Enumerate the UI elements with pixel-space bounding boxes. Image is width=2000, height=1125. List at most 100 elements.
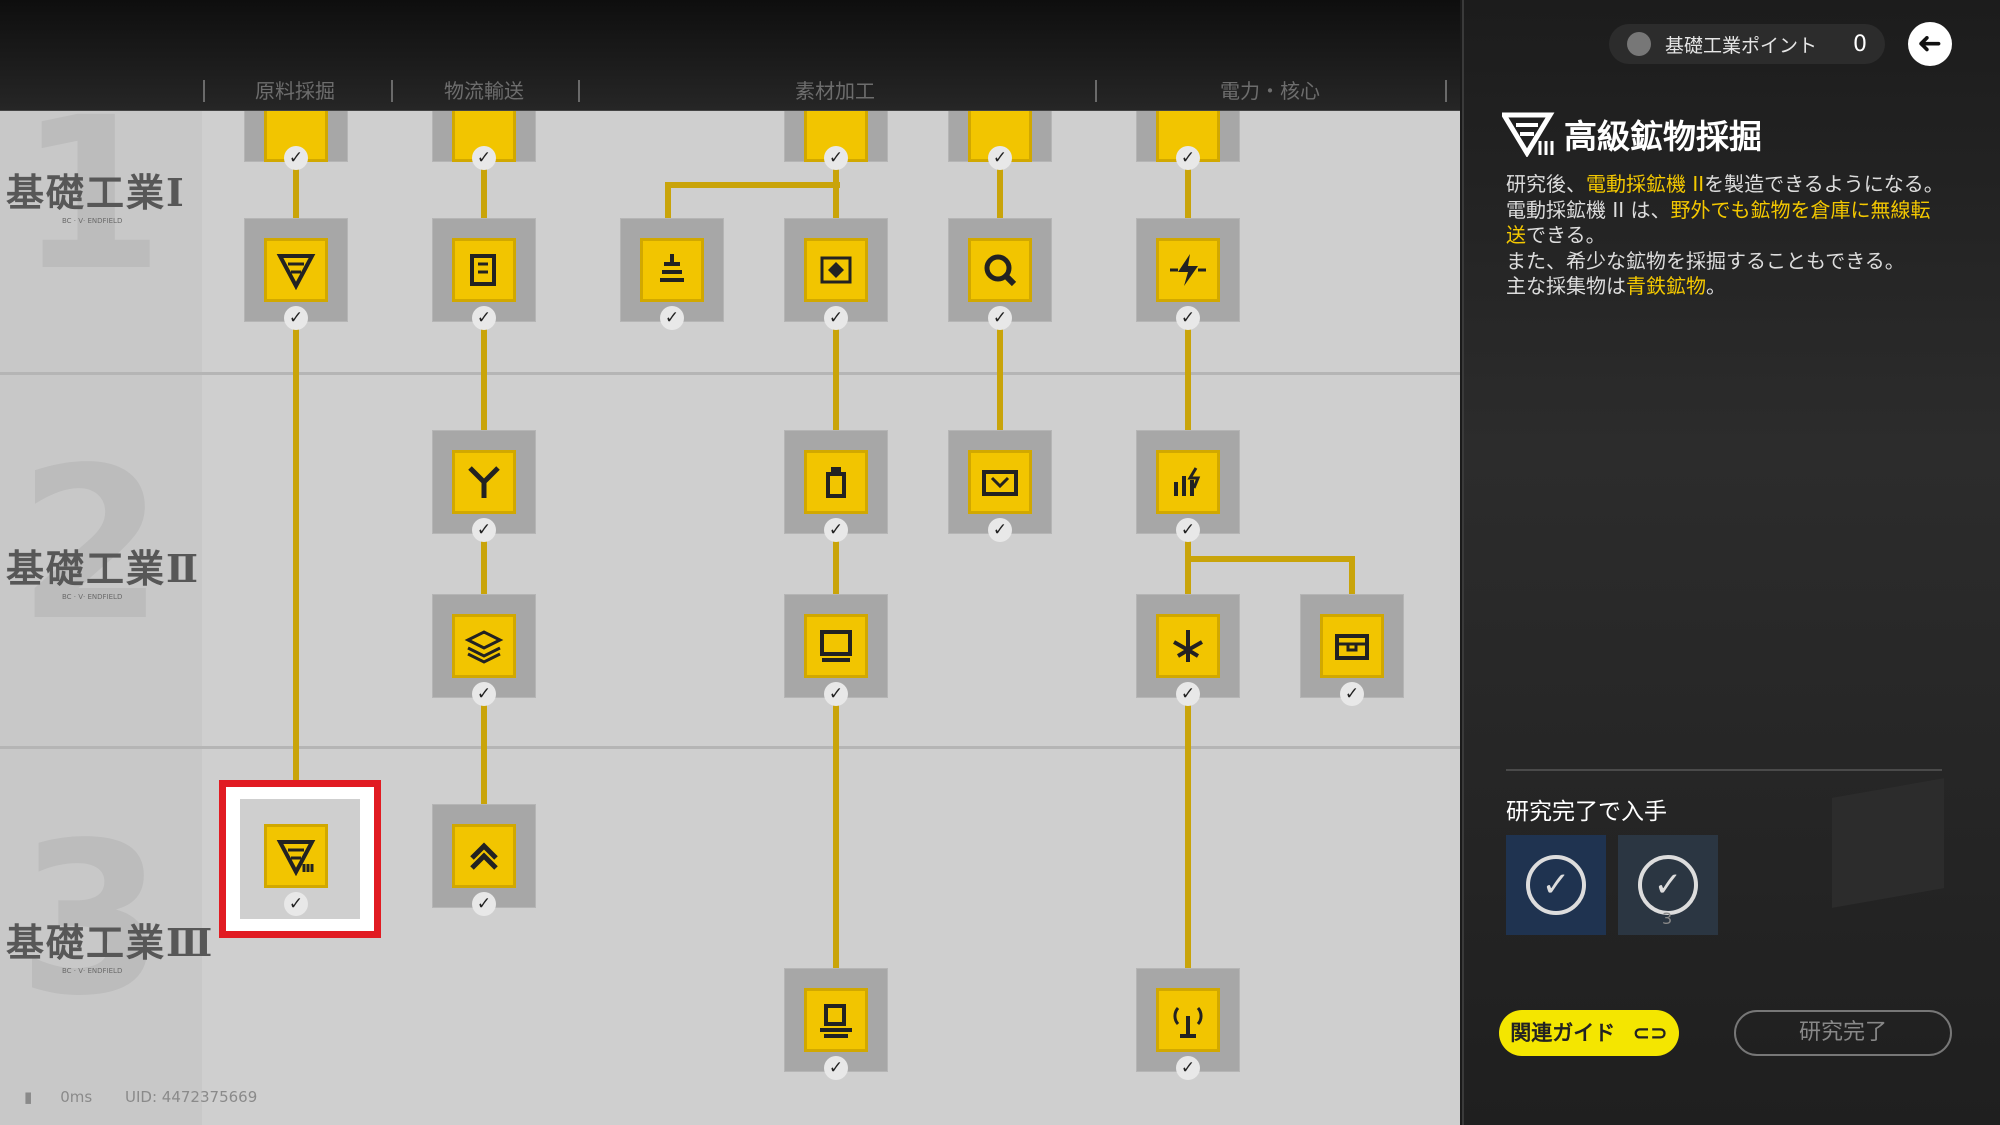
arrow-icon: ➜ [1917,26,1943,61]
tech-node[interactable]: ✓ [784,968,888,1080]
detail-panel: 基礎工業ポイント 0 ➜ 高級鉱物採掘 研究後、電動採鉱機 IIを製造できるよう… [1462,0,2000,1125]
completed-check-icon: ✓ [988,518,1012,542]
tech-node[interactable]: ✓ [244,218,348,330]
completed-check-icon: ✓ [1176,1056,1200,1080]
layers-icon [452,614,516,678]
storage-icon [452,238,516,302]
desc-highlight: 電動採鉱機 II [1586,172,1705,196]
bottle-icon [804,450,868,514]
column-header-material: 素材加工 [795,79,875,103]
completed-check-icon: ✓ [1176,682,1200,706]
panel-title: 高級鉱物採掘 [1564,117,1762,156]
ping-text: 0ms [60,1088,93,1106]
tech-node[interactable]: ✓ [784,98,888,170]
tech-node[interactable]: ✓ [432,218,536,330]
completed-check-icon: ✓ [824,146,848,170]
tech-node[interactable]: ✓ [1136,968,1240,1080]
rewards-title: 研究完了で入手 [1506,799,1667,825]
desc-text: を製造できるようになる。 [1704,172,1944,196]
related-guide-button[interactable]: 関連ガイド ⊂⊃ [1499,1010,1679,1056]
desc-highlight: 青鉄鉱物 [1626,274,1706,298]
tech-node[interactable]: ✓ [784,430,888,542]
tech-node[interactable]: ✓ [1136,594,1240,706]
tech-node[interactable]: ✓ [948,218,1052,330]
completed-check-icon: ✓ [1340,682,1364,706]
panel-title-wrap: 高級鉱物採掘 [1502,110,1762,158]
pylon-icon [1156,614,1220,678]
tech-node[interactable]: ✓ [244,98,348,170]
panel-description: 研究後、電動採鉱機 IIを製造できるようになる。 電動採鉱機 II は、野外でも… [1506,172,1946,300]
points-label: 基礎工業ポイント [1665,34,1818,57]
tier-divider [0,746,1460,749]
tech-node[interactable]: ✓ [432,594,536,706]
tech-node[interactable]: ✓ [432,98,536,170]
desc-text: また、希少な鉱物を採掘することもできる。 [1506,248,1905,273]
back-button[interactable]: ➜ [1908,22,1952,66]
reward-count: 3 [1662,909,1673,928]
controller-icon: ⊂⊃ [1632,1021,1668,1045]
completed-check-icon: ✓ [472,306,496,330]
tech-node[interactable]: ✓ [784,218,888,330]
machine-icon [804,988,868,1052]
tier-1-sub: BC · V· ENDFIELD [62,217,123,225]
tech-node[interactable]: ✓ [620,218,724,330]
desc-text: 研究後、 [1506,172,1586,196]
press-icon [968,450,1032,514]
column-header-power: 電力・核心 [1220,79,1320,103]
column-header-mining: 原料採掘 [255,79,335,103]
desc-text: 。 [1706,274,1726,298]
completed-check-icon: ✓ [284,146,308,170]
tech-node-selected[interactable]: ✓ [244,804,348,916]
points-display: 基礎工業ポイント 0 [1609,24,1885,64]
point-coin-icon [1627,32,1651,56]
splitter-icon [452,450,516,514]
column-header-logistics: 物流輸送 [444,79,524,103]
tech-node[interactable]: ✓ [948,98,1052,170]
column-separator [1445,80,1447,102]
completed-check-icon: ✓ [824,682,848,706]
desc-text: 電動採鉱機 II は、 [1506,197,1671,222]
guide-label: 関連ガイド [1510,1021,1616,1045]
column-separator [1095,80,1097,102]
obtained-check-icon: ✓ [1638,855,1698,915]
category-header-bar: 原料採掘 物流輸送 素材加工 電力・核心 [0,0,1460,111]
tech-node[interactable]: ✓ [1136,218,1240,330]
signal-icon [1156,988,1220,1052]
tech-node[interactable]: ✓ [1136,98,1240,170]
tech-node[interactable]: ✓ [1136,430,1240,542]
box-icon [1320,614,1384,678]
tech-node[interactable]: ✓ [432,804,536,916]
points-value: 0 [1853,31,1867,57]
connector-line [665,182,840,188]
completed-check-icon: ✓ [824,1056,848,1080]
uid-text: UID: 4472375669 [125,1088,258,1106]
column-separator [203,80,205,102]
mining-drill-iii-icon [264,824,328,888]
tech-tree-area[interactable]: 1 2 3 基礎工業Ⅰ BC · V· ENDFIELD 基礎工業Ⅱ BC · … [0,0,1460,1125]
tier-2-label: 基礎工業Ⅱ [6,546,201,591]
completed-check-icon: ✓ [988,306,1012,330]
monitor-icon [804,614,868,678]
wrench-icon [968,238,1032,302]
column-separator [391,80,393,102]
completed-check-icon: ✓ [660,306,684,330]
completed-check-icon: ✓ [472,682,496,706]
completed-check-icon: ✓ [1176,306,1200,330]
package-icon [1832,778,1944,908]
lightning-icon [1156,238,1220,302]
reward-item-1[interactable]: ✓ [1506,835,1606,935]
obtained-check-icon: ✓ [1526,855,1586,915]
tier-3-label: 基礎工業Ⅲ [6,920,215,965]
connector-line [293,110,299,790]
reward-divider [1506,769,1942,771]
gear-icon [804,238,868,302]
tech-node[interactable]: ✓ [1300,594,1404,706]
reward-item-2[interactable]: ✓ 3 [1618,835,1718,935]
tech-node[interactable]: ✓ [432,430,536,542]
completed-check-icon: ✓ [824,306,848,330]
connector-line [1185,556,1355,562]
tier-1-label: 基礎工業Ⅰ [6,170,186,215]
tech-node[interactable]: ✓ [784,594,888,706]
column-separator [578,80,580,102]
tech-node[interactable]: ✓ [948,430,1052,542]
